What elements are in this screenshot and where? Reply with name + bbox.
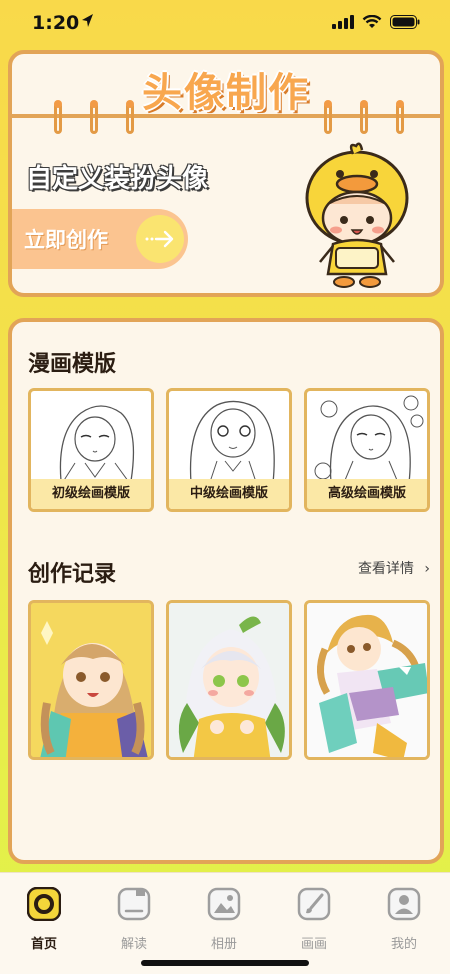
tab-home[interactable]: 首页 xyxy=(14,886,74,952)
tab-label: 画画 xyxy=(300,937,327,952)
binder-ring-icon xyxy=(396,100,404,134)
status-bar: 1:20 xyxy=(0,0,450,48)
tab-label: 解读 xyxy=(120,937,147,952)
anime-line-sketch-icon xyxy=(59,405,135,485)
hero-title-band: 头像制作 xyxy=(12,54,440,118)
duck-mascot-icon xyxy=(305,142,409,288)
anime-girl-white-hair-icon xyxy=(169,603,289,757)
binder-ring-icon xyxy=(90,100,98,134)
brush-icon xyxy=(297,887,331,921)
template-card-beginner[interactable]: 初级绘画模版 xyxy=(28,388,154,512)
templates-section-title-text: 漫画模版 xyxy=(28,352,117,377)
chevron-right-icon: › xyxy=(424,561,430,577)
tab-profile[interactable]: 我的 xyxy=(374,887,434,952)
location-arrow-icon xyxy=(82,14,93,27)
template-card-advanced[interactable]: 高级绘画模版 xyxy=(304,388,430,512)
record-card[interactable] xyxy=(28,600,154,760)
battery-icon xyxy=(390,15,420,29)
anime-line-sketch-icon xyxy=(189,400,275,485)
status-time: 1:20 xyxy=(32,12,80,34)
binder-ring-icon xyxy=(324,100,332,134)
tab-label: 相册 xyxy=(210,937,237,952)
record-card[interactable] xyxy=(304,600,430,760)
template-label: 高级绘画模版 xyxy=(307,479,427,509)
tab-album[interactable]: 相册 xyxy=(194,887,254,952)
tab-draw[interactable]: 画画 xyxy=(284,887,344,952)
anime-line-sketch-icon xyxy=(314,395,424,485)
hero-subtitle: 自定义装扮头像 xyxy=(26,164,209,194)
binder-ring-icon xyxy=(360,100,368,134)
tab-interpret[interactable]: 解读 xyxy=(104,887,164,952)
cellular-signal-icon xyxy=(332,15,354,29)
interpret-icon xyxy=(117,887,151,921)
profile-icon xyxy=(387,887,421,921)
hero-card: 头像制作 自定义装扮头像 立即创作 xyxy=(8,50,444,297)
wifi-icon xyxy=(362,15,382,28)
anime-girl-yellow-jacket-icon xyxy=(31,603,151,757)
templates-section-title: 漫画模版 xyxy=(28,346,122,382)
records-section-title: 创作记录 xyxy=(28,556,122,592)
home-indicator xyxy=(141,960,309,966)
arrow-right-icon xyxy=(136,215,184,263)
template-card-intermediate[interactable]: 中级绘画模版 xyxy=(166,388,292,512)
hero-title: 头像制作 xyxy=(142,70,310,116)
create-now-button[interactable]: 立即创作 xyxy=(12,209,188,269)
binder-ring-icon xyxy=(54,100,62,134)
main-panel: 漫画模版 初级绘画模版 中级绘画模版 高级绘画模版 创作记录 查看详情 › xyxy=(8,318,444,864)
tab-label: 首页 xyxy=(30,937,57,952)
home-icon xyxy=(26,886,62,922)
template-label: 中级绘画模版 xyxy=(169,479,289,509)
tab-label: 我的 xyxy=(390,937,417,952)
status-icons xyxy=(332,15,420,29)
records-section-title-text: 创作记录 xyxy=(28,562,117,587)
see-details-link[interactable]: 查看详情 › xyxy=(358,558,430,578)
record-card[interactable] xyxy=(166,600,292,760)
album-icon xyxy=(207,887,241,921)
binder-ring-icon xyxy=(126,100,134,134)
anime-girl-dancing-icon xyxy=(307,603,427,757)
template-label: 初级绘画模版 xyxy=(31,479,151,509)
create-now-label: 立即创作 xyxy=(24,228,108,252)
bottom-tab-bar: 首页 解读 相册 画画 我的 xyxy=(0,872,450,974)
see-details-label: 查看详情 xyxy=(357,561,414,577)
